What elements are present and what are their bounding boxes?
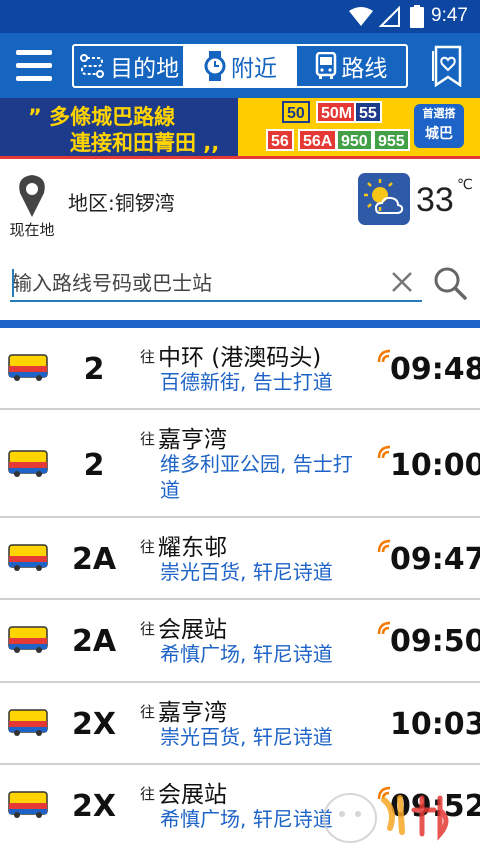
eta-time: 09:48 (390, 352, 480, 387)
route-row[interactable]: 2A 往 会展站 希慎广场, 轩尼诗道 09:50 (0, 600, 480, 683)
via-stops: 崇光百货, 轩尼诗道 (160, 560, 333, 584)
route-row[interactable]: 2 往 嘉亨湾 维多利亚公园, 告士打道 10:00 (0, 410, 480, 518)
destination: 会展站 (158, 617, 227, 643)
banner-route-chip: 955 (373, 129, 410, 151)
banner-route-chip: 50 (282, 101, 310, 123)
wifi-icon (349, 7, 373, 26)
search-input[interactable] (12, 268, 382, 298)
district-label: 地区:铜锣湾 (68, 191, 175, 215)
watermark-logo (323, 793, 449, 843)
banner-slogan-line2: 連接和田菁田 ,, (70, 131, 220, 155)
banner-route-chip: 950 (336, 129, 373, 151)
bookmark-heart-icon (432, 45, 462, 88)
destination: 中环 (港澳码头) (158, 345, 322, 371)
current-location-button[interactable]: 现在地 (4, 165, 60, 239)
route-row[interactable]: 2 往 中环 (港澳码头) 百德新街, 告士打道 09:48 (0, 328, 480, 410)
menu-icon-bar (16, 63, 52, 68)
tab-routes-label: 路线 (341, 56, 388, 82)
to-prefix: 往 (140, 430, 156, 448)
list-header-bar (0, 320, 480, 328)
banner-route-chip: 56A (298, 129, 338, 151)
route-number: 2 (83, 352, 105, 387)
eta-time: 09:50 (390, 624, 480, 659)
status-bar: 9:47 (0, 0, 480, 33)
to-prefix: 往 (140, 703, 156, 721)
watch-icon (203, 51, 227, 81)
to-prefix: 往 (140, 348, 156, 366)
location-pin-icon (19, 175, 45, 217)
eta-time: 10:03 (390, 707, 480, 742)
route-number: 2 (83, 448, 105, 483)
to-prefix: 往 (140, 538, 156, 556)
route-icon (78, 52, 106, 80)
to-prefix: 往 (140, 620, 156, 638)
bus-icon (8, 450, 48, 477)
eta-time: 10:00 (390, 448, 480, 483)
mode-tabs: 目的地 附近 路线 (72, 44, 408, 88)
route-row[interactable]: 2A 往 耀东邨 崇光百货, 轩尼诗道 09:47 (0, 518, 480, 600)
current-location-label: 现在地 (9, 221, 55, 239)
eta-time: 09:47 (390, 542, 480, 577)
route-number: 2A (71, 624, 117, 659)
battery-icon (410, 5, 424, 28)
tab-routes[interactable]: 路线 (297, 46, 406, 86)
via-stops: 维多利亚公园, 告士打道 (160, 452, 353, 502)
route-number: 2X (71, 789, 116, 824)
tab-nearby[interactable]: 附近 (185, 46, 297, 86)
destination: 会展站 (158, 782, 227, 808)
route-number: 2A (71, 542, 117, 577)
via-stops: 崇光百货, 轩尼诗道 (160, 725, 333, 749)
search-bar (10, 262, 422, 302)
bus-icon (8, 709, 48, 736)
clear-icon[interactable] (390, 270, 414, 294)
via-stops: 希慎广场, 轩尼诗道 (160, 642, 333, 666)
text-cursor (12, 269, 14, 297)
sun-cloud-icon (364, 179, 404, 214)
route-row[interactable]: 2X 往 嘉亨湾 崇光百货, 轩尼诗道 10:03 (0, 683, 480, 765)
weather-icon[interactable] (358, 173, 410, 225)
search-icon[interactable] (432, 265, 468, 301)
location-row: 现在地 地区:铜锣湾 33 ℃ (0, 159, 480, 249)
tab-destination[interactable]: 目的地 (74, 46, 186, 86)
bus-icon (8, 626, 48, 653)
destination: 嘉亨湾 (158, 427, 227, 453)
menu-button[interactable] (14, 46, 54, 86)
bus-icon (8, 544, 48, 571)
tab-nearby-label: 附近 (230, 56, 277, 82)
bus-icon (8, 354, 48, 381)
status-time: 9:47 (431, 5, 468, 26)
menu-icon-bar (16, 50, 52, 55)
bus-front-icon (315, 52, 337, 80)
ad-banner[interactable]: ” 多條城巴路線 連接和田菁田 ,, 50 50M 55 56 56A 950 … (0, 98, 480, 156)
app-bar: 目的地 附近 路线 (0, 33, 480, 98)
destination: 嘉亨湾 (158, 700, 227, 726)
cellular-signal-icon (379, 6, 400, 27)
via-stops: 百德新街, 告士打道 (160, 370, 333, 394)
to-prefix: 往 (140, 785, 156, 803)
banner-left-panel: ” 多條城巴路線 連接和田菁田 ,, (0, 98, 250, 156)
banner-route-chip: 50M (316, 101, 358, 123)
banner-route-chip: 55 (354, 101, 382, 123)
temperature-unit: ℃ (457, 177, 473, 193)
menu-icon-bar (16, 76, 52, 81)
citybus-logo: 首選搭 城巴 (414, 104, 464, 148)
temperature-value: 33 (416, 181, 454, 219)
favorites-button[interactable] (430, 45, 464, 88)
banner-route-chip: 56 (266, 129, 294, 151)
logo-line1: 首選搭 (422, 107, 456, 120)
logo-line2: 城巴 (425, 126, 453, 142)
bus-icon (8, 791, 48, 818)
tab-destination-label: 目的地 (110, 56, 180, 82)
route-number: 2X (71, 707, 116, 742)
destination: 耀东邨 (158, 535, 227, 561)
